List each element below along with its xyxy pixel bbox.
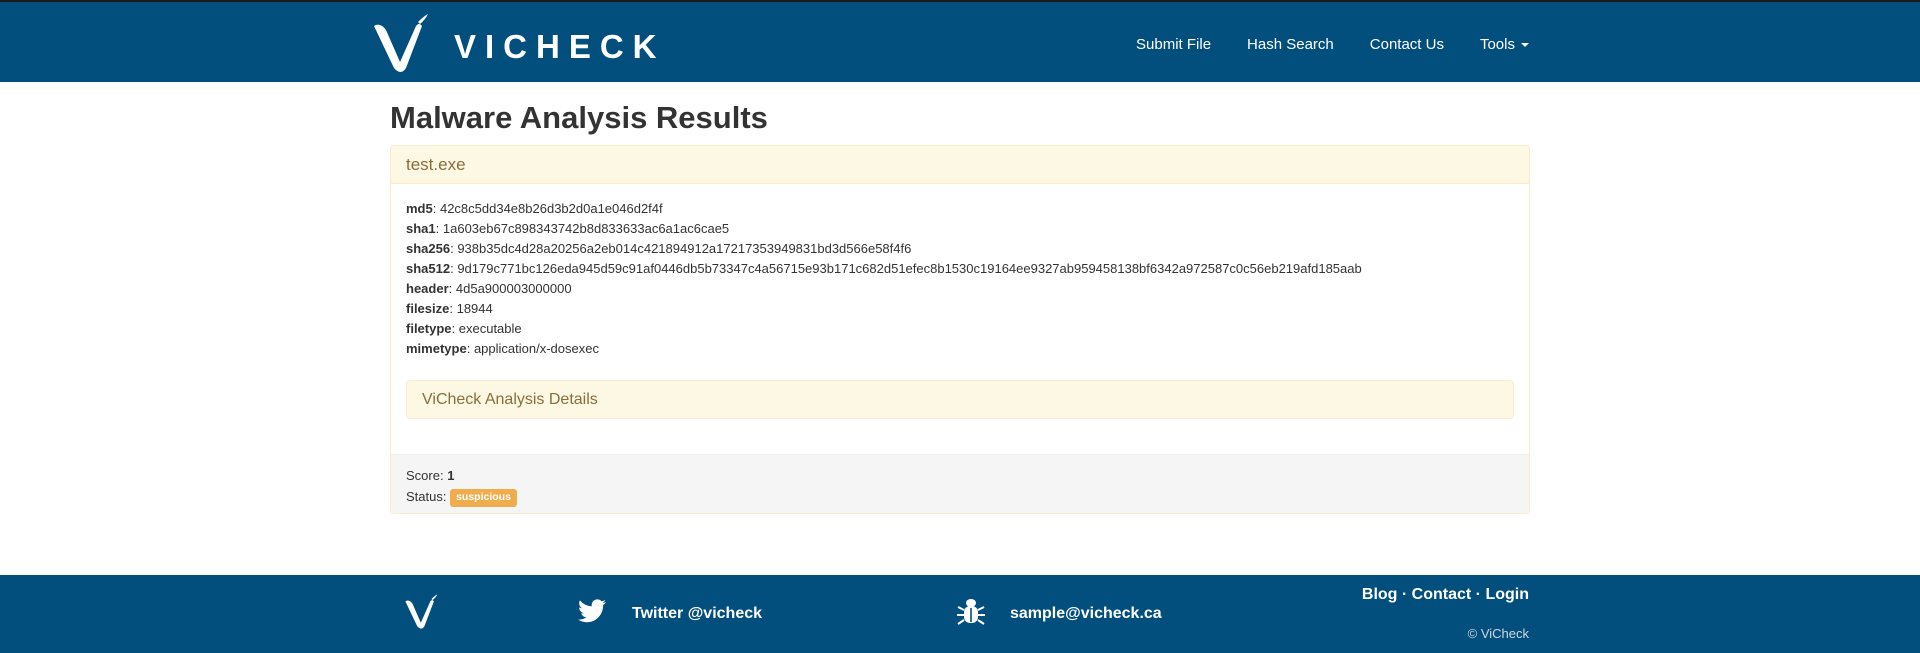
- footer-contact-link[interactable]: Contact: [1412, 586, 1472, 603]
- panel-body: md5: 42c8c5dd34e8b26d3b2d0a1e046d2f4f sha…: [391, 184, 1529, 419]
- hash-field-sha512: sha512: 9d179c771bc126eda945d59c91af0446…: [406, 261, 1362, 276]
- copyright: © ViCheck: [1467, 626, 1529, 641]
- bug-icon: [957, 599, 985, 625]
- top-navbar: VICHECK Submit File Hash Search Contact …: [0, 0, 1920, 82]
- field-key: sha512: [406, 261, 451, 276]
- site-footer: Twitter @vicheck sample@vicheck.ca Blog …: [0, 575, 1920, 653]
- field-value: 938b35dc4d28a20256a2eb014c421894912a1721…: [457, 241, 912, 256]
- twitter-icon[interactable]: [578, 599, 606, 623]
- status-line: Status: suspicious: [406, 486, 1514, 507]
- analysis-details-panel[interactable]: ViCheck Analysis Details: [406, 380, 1514, 419]
- field-value: 9d179c771bc126eda945d59c91af0446db5b7334…: [457, 261, 1362, 276]
- footer-separator: ·: [1397, 586, 1412, 603]
- nav-tools-label: Tools: [1479, 35, 1515, 53]
- field-key: filetype: [406, 321, 452, 336]
- nav-hash-search[interactable]: Hash Search: [1247, 36, 1334, 53]
- score-value: 1: [447, 468, 455, 483]
- field-key: header: [406, 281, 449, 296]
- field-key: filesize: [406, 301, 450, 316]
- vicheck-logo-icon: [374, 14, 428, 72]
- field-key: md5: [406, 201, 433, 216]
- hash-field-header: header: 4d5a900003000000: [406, 281, 572, 296]
- hash-field-md5: md5: 42c8c5dd34e8b26d3b2d0a1e046d2f4f: [406, 201, 663, 216]
- status-label: Status:: [406, 489, 451, 504]
- footer-links: Blog · Contact · Login: [1362, 586, 1529, 604]
- field-key: sha1: [406, 221, 436, 236]
- field-key: sha256: [406, 241, 451, 256]
- hash-field-filesize: filesize: 18944: [406, 301, 493, 316]
- panel-footer: Score: 1 Status: suspicious: [391, 454, 1529, 513]
- nav-contact-us[interactable]: Contact Us: [1370, 36, 1444, 53]
- sample-email-link[interactable]: sample@vicheck.ca: [1010, 605, 1162, 623]
- caret-down-icon: [1521, 42, 1529, 47]
- footer-separator: ·: [1471, 586, 1486, 603]
- hash-field-filetype: filetype: executable: [406, 321, 522, 336]
- field-value: 1a603eb67c898343742b8d833633ac6a1ac6cae5: [442, 221, 730, 236]
- hash-field-sha256: sha256: 938b35dc4d28a20256a2eb014c421894…: [406, 241, 912, 256]
- results-panel: test.exe md5: 42c8c5dd34e8b26d3b2d0a1e04…: [390, 145, 1530, 514]
- field-value: 42c8c5dd34e8b26d3b2d0a1e046d2f4f: [439, 201, 663, 216]
- footer-blog-link[interactable]: Blog: [1362, 586, 1398, 603]
- footer-login-link[interactable]: Login: [1485, 586, 1529, 603]
- score-label: Score:: [406, 468, 448, 483]
- hash-field-mimetype: mimetype: application/x-dosexec: [406, 341, 599, 356]
- vicheck-logo-icon[interactable]: [404, 593, 440, 631]
- score-line: Score: 1: [406, 465, 1514, 486]
- field-value: 18944: [456, 301, 493, 316]
- panel-heading-filename: test.exe: [391, 146, 1529, 184]
- status-badge: suspicious: [450, 488, 517, 507]
- field-value: application/x-dosexec: [473, 341, 599, 356]
- field-key: mimetype: [406, 341, 467, 356]
- hash-field-list: md5: 42c8c5dd34e8b26d3b2d0a1e046d2f4f sha…: [406, 199, 1514, 359]
- page-title: Malware Analysis Results: [390, 100, 768, 135]
- nav-links: Submit File Hash Search Contact Us Tools: [1100, 4, 1529, 84]
- brand-link[interactable]: VICHECK: [372, 12, 666, 76]
- hash-field-sha1: sha1: 1a603eb67c898343742b8d833633ac6a1a…: [406, 221, 730, 236]
- field-value: executable: [458, 321, 522, 336]
- nav-tools-dropdown[interactable]: Tools: [1480, 36, 1529, 53]
- brand-wordmark: VICHECK: [454, 28, 666, 65]
- nav-submit-file[interactable]: Submit File: [1136, 36, 1211, 53]
- twitter-link[interactable]: Twitter @vicheck: [632, 605, 762, 623]
- field-value: 4d5a900003000000: [455, 281, 572, 296]
